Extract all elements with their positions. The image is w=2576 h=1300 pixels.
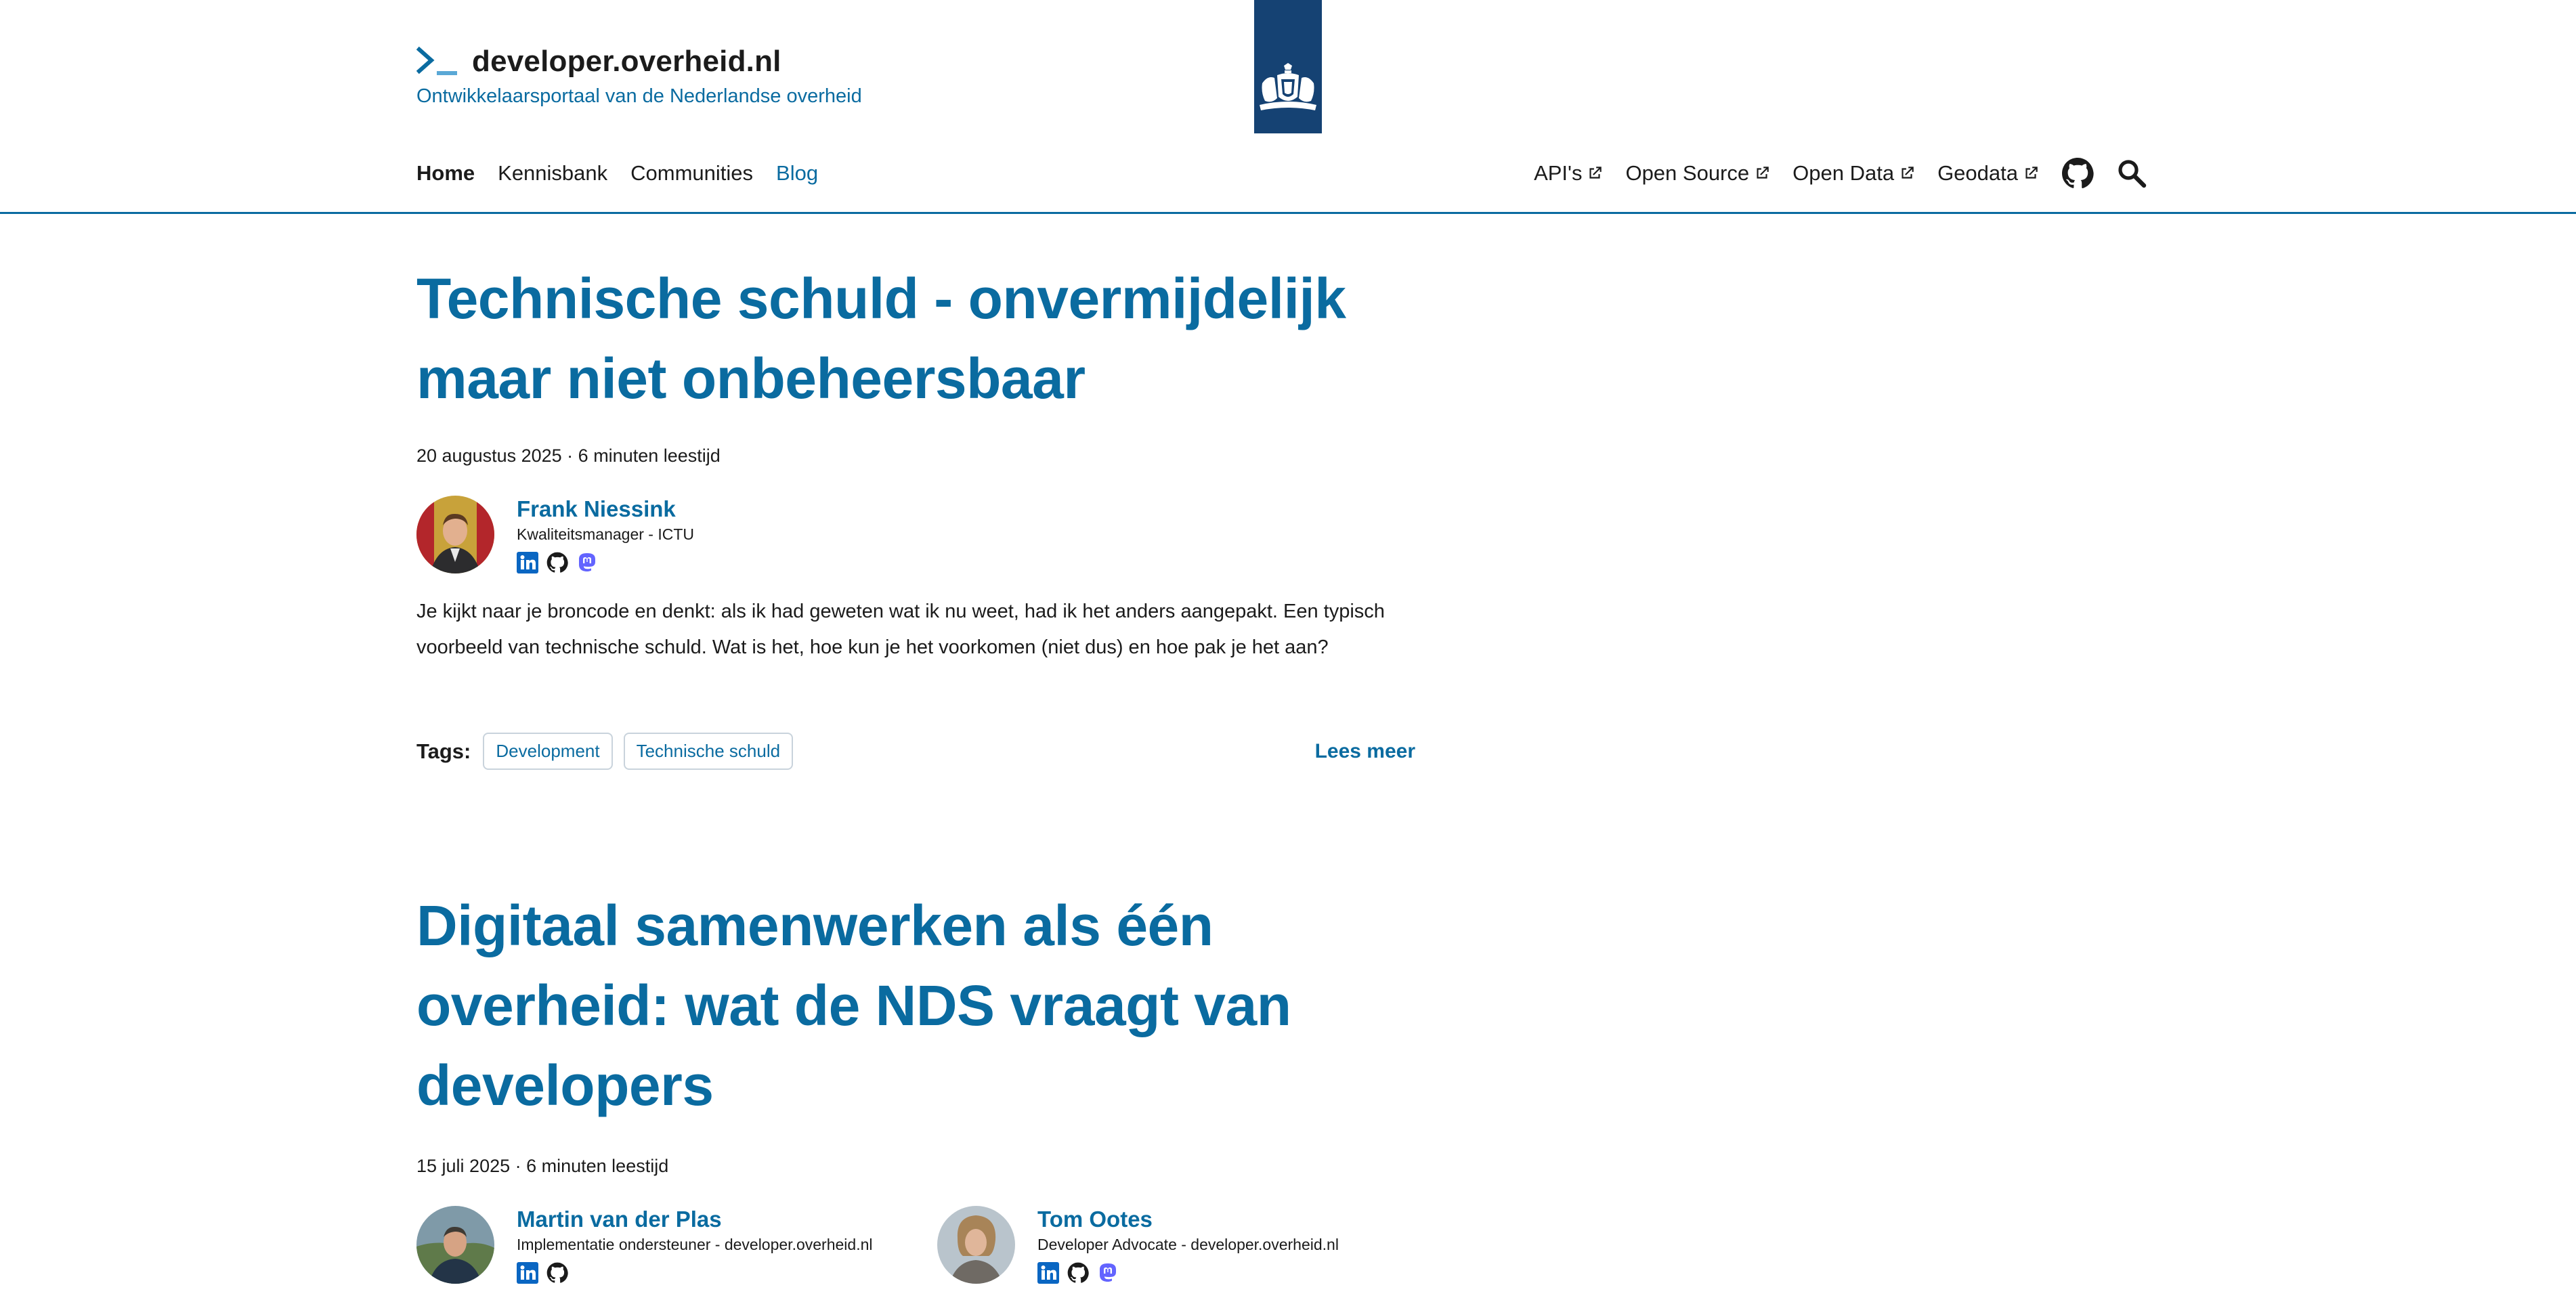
article-title-line: Technische schuld - onvermijdelijk xyxy=(416,267,1346,330)
nav-kennisbank[interactable]: Kennisbank xyxy=(498,161,607,186)
tag-technische-schuld[interactable]: Technische schuld xyxy=(623,733,794,770)
external-link-icon xyxy=(1757,167,1769,179)
blog-post-card: Technische schuld - onvermijdelijk maar … xyxy=(416,259,1346,418)
author-name[interactable]: Frank Niessink xyxy=(517,496,694,523)
read-more-link[interactable]: Lees meer xyxy=(1315,740,1415,763)
nav-open-data-label: Open Data xyxy=(1793,161,1895,185)
blog-post-card: Digitaal samenwerken als één overheid: w… xyxy=(416,886,1291,1125)
search-icon[interactable] xyxy=(2116,157,2148,190)
nav-apis-label: API's xyxy=(1534,161,1583,185)
author-info: Martin van der Plas Implementatie onders… xyxy=(517,1206,873,1284)
site-name: developer.overheid.nl xyxy=(472,45,781,78)
author-socials xyxy=(517,552,694,573)
site-tagline: Ontwikkelaarsportaal van de Nederlandse … xyxy=(416,85,862,107)
article-title-line: maar niet onbeheersbaar xyxy=(416,347,1086,410)
article-title[interactable]: Digitaal samenwerken als één overheid: w… xyxy=(416,886,1291,1125)
tags-row: Tags: Development Technische schuld Lees… xyxy=(416,733,1415,770)
linkedin-icon[interactable] xyxy=(517,1262,538,1284)
nav-open-data[interactable]: Open Data xyxy=(1793,161,1916,186)
author-name[interactable]: Tom Ootes xyxy=(1037,1206,1339,1233)
article-title[interactable]: Technische schuld - onvermijdelijk maar … xyxy=(416,259,1346,418)
main-nav: Home Kennisbank Communities Blog xyxy=(416,161,818,186)
linkedin-icon[interactable] xyxy=(1037,1262,1059,1284)
author-card: Tom Ootes Developer Advocate - developer… xyxy=(937,1206,1339,1284)
article-meta: 15 juli 2025 · 6 minuten leestijd xyxy=(416,1156,669,1176)
nav-geodata[interactable]: Geodata xyxy=(1937,161,2040,186)
site-brand[interactable]: developer.overheid.nl xyxy=(416,45,781,79)
nav-blog[interactable]: Blog xyxy=(776,161,818,186)
author-role: Implementatie ondersteuner - developer.o… xyxy=(517,1236,873,1253)
article-meta: 20 augustus 2025 · 6 minuten leestijd xyxy=(416,446,721,466)
tag-development[interactable]: Development xyxy=(483,733,613,770)
mastodon-icon[interactable] xyxy=(576,552,598,573)
author-role: Kwaliteitsmanager - ICTU xyxy=(517,525,695,543)
excerpt-line: voorbeeld van technische schuld. Wat is … xyxy=(416,636,1329,658)
external-link-icon xyxy=(2025,167,2038,179)
author-card: Frank Niessink Kwaliteitsmanager - ICTU xyxy=(416,496,694,573)
author-info: Frank Niessink Kwaliteitsmanager - ICTU xyxy=(517,496,694,573)
author-name[interactable]: Martin van der Plas xyxy=(517,1206,873,1233)
article-title-line: overheid: wat de NDS vraagt van xyxy=(416,974,1291,1037)
nav-communities[interactable]: Communities xyxy=(630,161,753,186)
nav-geodata-label: Geodata xyxy=(1937,161,2018,185)
avatar-photo xyxy=(416,1206,494,1284)
github-icon[interactable] xyxy=(2061,157,2094,190)
avatar xyxy=(416,496,494,573)
avatar xyxy=(416,1206,494,1284)
github-icon[interactable] xyxy=(546,552,568,573)
author-socials xyxy=(1037,1262,1339,1284)
excerpt-line: Je kijkt naar je broncode en denkt: als … xyxy=(416,601,1385,622)
avatar xyxy=(937,1206,1015,1284)
avatar-photo xyxy=(937,1206,1015,1284)
terminal-prompt-icon xyxy=(416,46,457,75)
nav-open-source[interactable]: Open Source xyxy=(1625,161,1771,186)
external-link-icon xyxy=(1589,167,1602,179)
nav-open-source-label: Open Source xyxy=(1625,161,1750,185)
author-card: Martin van der Plas Implementatie onders… xyxy=(416,1206,873,1284)
author-info: Tom Ootes Developer Advocate - developer… xyxy=(1037,1206,1339,1284)
article-excerpt: Je kijkt naar je broncode en denkt: als … xyxy=(416,594,1419,666)
rijksoverheid-logo xyxy=(1254,0,1322,133)
github-icon[interactable] xyxy=(546,1262,568,1284)
rijksoverheid-crest-icon xyxy=(1260,63,1316,110)
linkedin-icon[interactable] xyxy=(517,552,538,573)
tags-label: Tags: xyxy=(416,739,471,763)
nav-home[interactable]: Home xyxy=(416,161,475,186)
author-socials xyxy=(517,1262,873,1284)
article-title-line: developers xyxy=(416,1054,714,1117)
external-nav: API's Open Source Open Data Geodata xyxy=(1534,157,2148,190)
mastodon-icon[interactable] xyxy=(1097,1262,1119,1284)
article-title-line: Digitaal samenwerken als één xyxy=(416,894,1214,957)
external-link-icon xyxy=(1902,167,1914,179)
nav-apis[interactable]: API's xyxy=(1534,161,1604,186)
author-role: Developer Advocate - developer.overheid.… xyxy=(1037,1236,1339,1253)
avatar-photo xyxy=(416,496,494,573)
header-divider xyxy=(0,212,2576,214)
github-icon[interactable] xyxy=(1067,1262,1089,1284)
